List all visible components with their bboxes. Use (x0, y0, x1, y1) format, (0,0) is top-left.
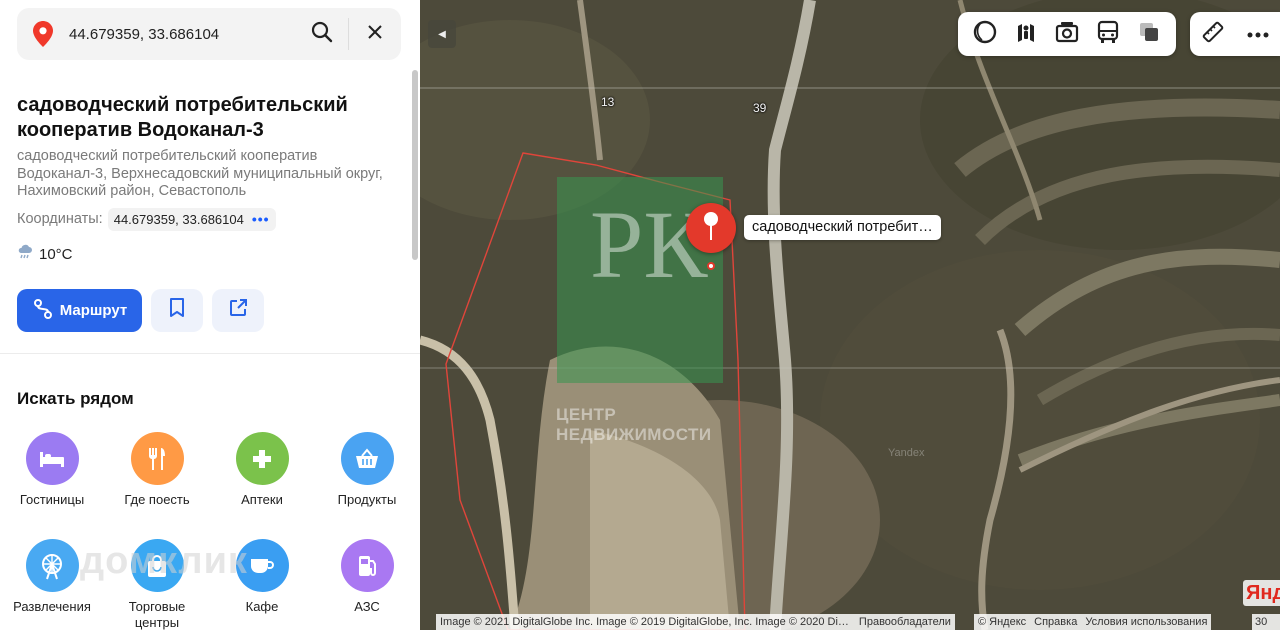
nearby-gas-stations-label: АЗС (354, 599, 380, 614)
more-options-icon[interactable]: ••• (252, 212, 270, 226)
place-address: садоводческий потребительский кооператив… (17, 148, 383, 199)
weather: 10°C (17, 244, 73, 264)
ferris-wheel-icon (25, 539, 79, 592)
clear-search-button[interactable] (349, 8, 401, 60)
nearby-gas-stations[interactable]: АЗС (317, 539, 417, 615)
place-title: садоводческий потребительский кооператив… (17, 94, 348, 141)
search-box[interactable]: 44.679359, 33.686104 (17, 8, 401, 60)
search-input[interactable]: 44.679359, 33.686104 (69, 26, 296, 43)
photos-button[interactable] (1049, 16, 1085, 52)
collapse-panel-button[interactable]: ◀ (428, 20, 456, 48)
house-number: 13 (601, 95, 615, 109)
attribution-text: Image © 2021 DigitalGlobe Inc. Image © 2… (440, 616, 849, 628)
rain-cloud-icon (17, 244, 33, 264)
layers-button[interactable] (1131, 16, 1167, 52)
coordinates-label: Координаты: (17, 211, 103, 227)
imagery-attribution: Image © 2021 DigitalGlobe Inc. Image © 2… (436, 614, 955, 630)
temperature: 10°C (39, 245, 73, 263)
panorama-person-icon (1014, 20, 1038, 49)
map-scale: 30 (1252, 614, 1280, 630)
fork-knife-icon (130, 432, 184, 485)
section-divider (0, 353, 420, 354)
nearby-food[interactable]: Где поесть (107, 432, 207, 508)
nearby-food-label: Где поесть (124, 492, 190, 507)
rk-watermark-text-line-1: ЦЕНТР (556, 405, 617, 424)
bookmark-button[interactable] (151, 289, 203, 332)
route-button[interactable]: Маршрут (17, 289, 142, 332)
share-icon (228, 298, 248, 323)
place-panel: 44.679359, 33.686104 садоводческий потре… (0, 0, 420, 630)
map-layers-bar (958, 12, 1176, 56)
nearby-entertainment[interactable]: Развлечения (2, 539, 102, 615)
nearby-malls[interactable]: Торговые центры (107, 539, 207, 630)
camera-icon (1055, 21, 1079, 48)
globe-layer-icon (973, 20, 997, 49)
nearby-pharmacies[interactable]: Аптеки (212, 432, 312, 508)
place-marker[interactable] (686, 203, 736, 253)
close-icon (368, 24, 382, 44)
yandex-imagery-watermark: Yandex (888, 447, 925, 459)
rk-watermark-text: ЦЕНТР НЕДВИЖИМОСТИ (556, 405, 712, 445)
nearby-heading: Искать рядом (17, 389, 134, 408)
nearby-cafes[interactable]: Кафе (212, 539, 312, 615)
plus-icon (235, 432, 289, 485)
route-label: Маршрут (59, 302, 128, 319)
nearby-hotels[interactable]: Гостиницы (2, 432, 102, 508)
rk-watermark-text-line-2: НЕДВИЖИМОСТИ (556, 425, 712, 444)
bed-icon (25, 432, 79, 485)
nearby-malls-label: Торговые центры (128, 599, 186, 630)
share-button[interactable] (212, 289, 264, 332)
more-tools-button[interactable] (1240, 16, 1276, 52)
bookmark-icon (169, 298, 185, 323)
search-button[interactable] (296, 8, 348, 60)
map-type-button[interactable] (967, 16, 1003, 52)
help-link[interactable]: Справка (1034, 614, 1077, 630)
coordinates-row: Координаты: 44.679359, 33.686104 ••• (17, 207, 276, 231)
nearby-groceries-label: Продукты (337, 492, 397, 507)
location-pin-icon (17, 8, 69, 60)
nearby-hotels-label: Гостиницы (19, 492, 85, 507)
rights-holders-link[interactable]: Правообладатели (859, 614, 951, 630)
layers-icon (1138, 21, 1160, 48)
copyright-link[interactable]: © Яндекс (978, 614, 1026, 630)
map-pin-icon (702, 211, 720, 246)
yandex-logo: Янд (1243, 580, 1280, 606)
coordinates-value: 44.679359, 33.686104 (113, 211, 244, 227)
map-tools-bar (1190, 12, 1280, 56)
place-point (707, 262, 715, 270)
cup-icon (235, 539, 289, 592)
more-dots-icon (1247, 25, 1269, 43)
ruler-icon (1201, 20, 1225, 49)
transport-button[interactable] (1090, 16, 1126, 52)
shopping-bag-icon (130, 539, 184, 592)
ruler-button[interactable] (1195, 16, 1231, 52)
fuel-icon (340, 539, 394, 592)
bus-icon (1097, 20, 1119, 49)
basket-icon (340, 432, 394, 485)
route-icon (32, 298, 54, 324)
map-footer-links: © Яндекс Справка Условия использования (974, 614, 1212, 630)
satellite-map[interactable]: ◀ (420, 0, 1280, 630)
panel-scrollbar[interactable] (412, 70, 418, 260)
panoramas-button[interactable] (1008, 16, 1044, 52)
satellite-imagery (420, 0, 1280, 630)
nearby-cafes-label: Кафе (245, 599, 279, 614)
nearby-groceries[interactable]: Продукты (317, 432, 417, 508)
nearby-pharmacies-label: Аптеки (241, 492, 283, 507)
coordinates-chip[interactable]: 44.679359, 33.686104 ••• (107, 207, 276, 231)
house-number: 39 (753, 101, 767, 115)
place-marker-label[interactable]: садоводческий потребит… (744, 215, 941, 240)
nearby-entertainment-label: Развлечения (13, 599, 91, 614)
search-icon (311, 21, 333, 48)
terms-link[interactable]: Условия использования (1085, 614, 1207, 630)
